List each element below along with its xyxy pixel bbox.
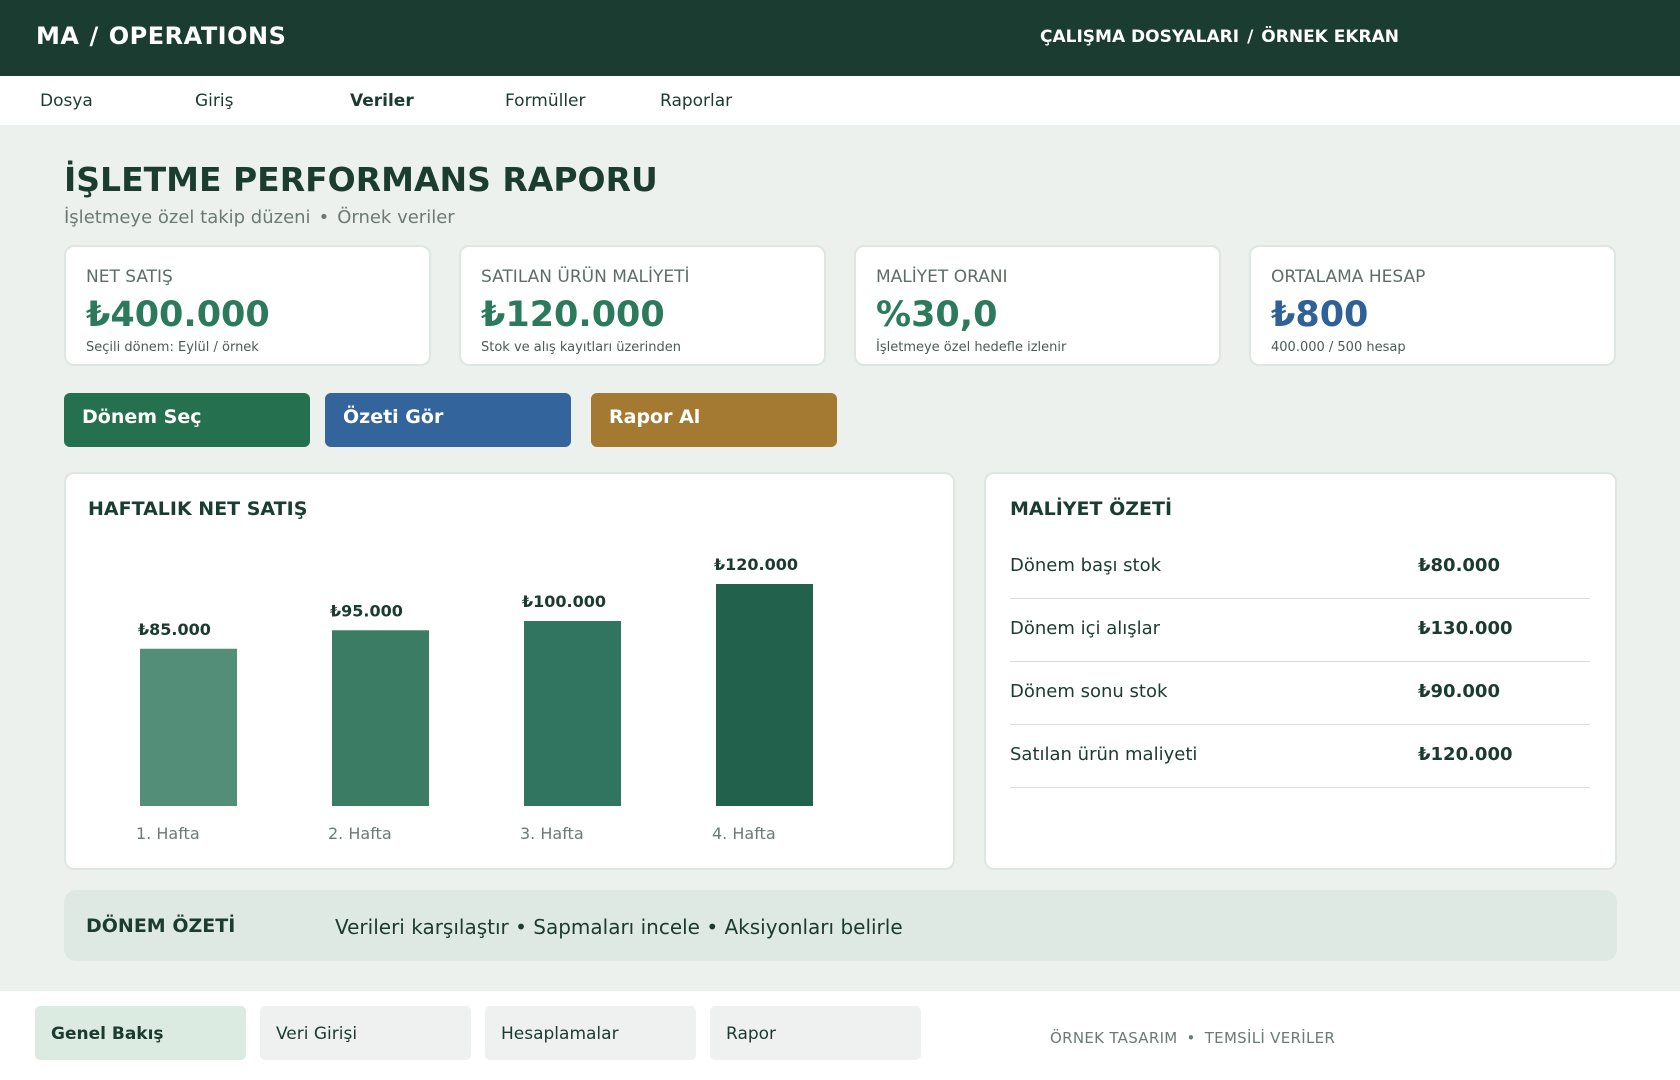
breadcrumb: ÇALIŞMA DOSYALARI / ÖRNEK EKRAN: [1040, 27, 1399, 47]
chart-category-label: 4. Hafta: [712, 824, 776, 843]
cost-row: Satılan ürün maliyeti ₺120.000: [1010, 725, 1590, 788]
subtitle-dot: •: [318, 207, 330, 228]
period-summary-text: Verileri karşılaştır • Sapmaları incele …: [335, 915, 903, 939]
chart-bar: [140, 648, 237, 806]
breadcrumb-separator: /: [1247, 27, 1254, 47]
cost-row: Dönem sonu stok ₺90.000: [1010, 662, 1590, 725]
page-subtitle: İşletmeye özel takip düzeni • Örnek verile…: [64, 207, 455, 228]
cost-value: ₺120.000: [1418, 744, 1513, 765]
footer-dot: •: [1186, 1029, 1196, 1047]
chart-category-label: 2. Hafta: [328, 824, 392, 843]
kpi-note: Stok ve alış kayıtları üzerinden: [481, 340, 681, 355]
menu-item-file[interactable]: Dosya: [40, 91, 93, 111]
kpi-value: ₺120.000: [481, 295, 665, 335]
kpi-value: ₺400.000: [86, 295, 270, 335]
cost-summary-title: MALİYET ÖZETİ: [1010, 498, 1173, 520]
tab-calculations[interactable]: Hesaplamalar: [485, 1006, 696, 1060]
weekly-sales-chart: ₺85.000 1. Hafta ₺95.000 2. Hafta ₺100.000 3.…: [136, 555, 813, 843]
menu-item-reports[interactable]: Raporlar: [660, 91, 732, 111]
menu-item-home[interactable]: Giriş: [195, 91, 233, 111]
menu-item-data[interactable]: Veriler: [350, 91, 414, 111]
chart-data-label: ₺100.000: [522, 592, 606, 611]
select-period-button[interactable]: Dönem Seç: [64, 393, 310, 447]
top-header: MA / OPERATIONS ÇALIŞMA DOSYALARI / ÖRNEK EK…: [0, 0, 1680, 76]
chart-data-label: ₺120.000: [714, 555, 798, 574]
chart-category-label: 1. Hafta: [136, 824, 200, 843]
chart-category-label: 3. Hafta: [520, 824, 584, 843]
cost-label: Dönem başı stok: [1010, 555, 1162, 576]
kpi-label: NET SATIŞ: [86, 267, 173, 287]
cost-label: Dönem içi alışlar: [1010, 618, 1161, 639]
cost-label: Dönem sonu stok: [1010, 681, 1168, 702]
cost-row: Dönem başı stok ₺80.000: [1010, 536, 1590, 599]
kpi-card-average-account: ORTALAMA HESAP ₺800 400.000 / 500 hesap: [1249, 245, 1616, 366]
brand-separator: /: [89, 22, 99, 50]
tab-report[interactable]: Rapor: [710, 1006, 921, 1060]
breadcrumb-item-sample-screen[interactable]: ÖRNEK EKRAN: [1261, 27, 1399, 47]
subtitle-text: İşletmeye özel takip düzeni: [64, 207, 311, 228]
cost-label: Satılan ürün maliyeti: [1010, 744, 1198, 765]
cost-value: ₺80.000: [1418, 555, 1500, 576]
app-brand[interactable]: MA / OPERATIONS: [36, 22, 286, 50]
menu-bar: Dosya Giriş Veriler Formüller Raporlar: [0, 76, 1680, 125]
tab-overview[interactable]: Genel Bakış: [35, 1006, 246, 1060]
cost-value: ₺90.000: [1418, 681, 1500, 702]
brand-name: MA: [36, 22, 80, 50]
kpi-value: ₺800: [1271, 295, 1369, 335]
chart-bar: [524, 621, 621, 806]
get-report-button[interactable]: Rapor Al: [591, 393, 837, 447]
kpi-value: %30,0: [876, 295, 998, 335]
cost-summary-panel: MALİYET ÖZETİ Dönem başı stok ₺80.000 Dö…: [984, 472, 1617, 870]
kpi-card-cost-ratio: MALİYET ORANI %30,0 İşletmeye özel hedef…: [854, 245, 1221, 366]
chart-bar: [332, 630, 429, 806]
breadcrumb-item-work-files[interactable]: ÇALIŞMA DOSYALARI: [1040, 27, 1239, 47]
period-summary: DÖNEM ÖZETİ Verileri karşılaştır • Sapma…: [64, 890, 1617, 961]
kpi-note: 400.000 / 500 hesap: [1271, 340, 1406, 355]
menu-item-formulas[interactable]: Formüller: [505, 91, 586, 111]
bottom-tab-bar: Genel Bakış Veri Girişi Hesaplamalar Rap…: [0, 991, 1680, 1080]
kpi-card-cost-of-goods: SATILAN ÜRÜN MALİYETİ ₺120.000 Stok ve a…: [459, 245, 826, 366]
footer-note-text-2: TEMSİLİ VERİLER: [1204, 1029, 1336, 1047]
kpi-note: İşletmeye özel hedefle izlenir: [876, 340, 1067, 355]
view-summary-button[interactable]: Özeti Gör: [325, 393, 571, 447]
period-summary-title: DÖNEM ÖZETİ: [86, 915, 236, 937]
cost-value: ₺130.000: [1418, 618, 1513, 639]
footer-note: ÖRNEK TASARIM • TEMSİLİ VERİLER: [1050, 1029, 1335, 1047]
brand-section: OPERATIONS: [108, 22, 287, 50]
kpi-label: MALİYET ORANI: [876, 267, 1008, 287]
chart-data-label: ₺95.000: [330, 601, 403, 620]
kpi-card-net-sales: NET SATIŞ ₺400.000 Seçili dönem: Eylül /…: [64, 245, 431, 366]
tab-data-entry[interactable]: Veri Girişi: [260, 1006, 471, 1060]
weekly-sales-panel: HAFTALIK NET SATIŞ ₺85.000 1. Hafta ₺95.00…: [64, 472, 955, 870]
chart-bar: [716, 584, 813, 806]
subtitle-text-2: Örnek veriler: [337, 207, 455, 228]
footer-note-text: ÖRNEK TASARIM: [1050, 1029, 1178, 1047]
page-title: İŞLETME PERFORMANS RAPORU: [64, 160, 658, 199]
chart-data-label: ₺85.000: [138, 620, 211, 639]
kpi-label: SATILAN ÜRÜN MALİYETİ: [481, 267, 690, 287]
cost-row: Dönem içi alışlar ₺130.000: [1010, 599, 1590, 662]
kpi-note: Seçili dönem: Eylül / örnek: [86, 340, 259, 355]
kpi-label: ORTALAMA HESAP: [1271, 267, 1426, 287]
